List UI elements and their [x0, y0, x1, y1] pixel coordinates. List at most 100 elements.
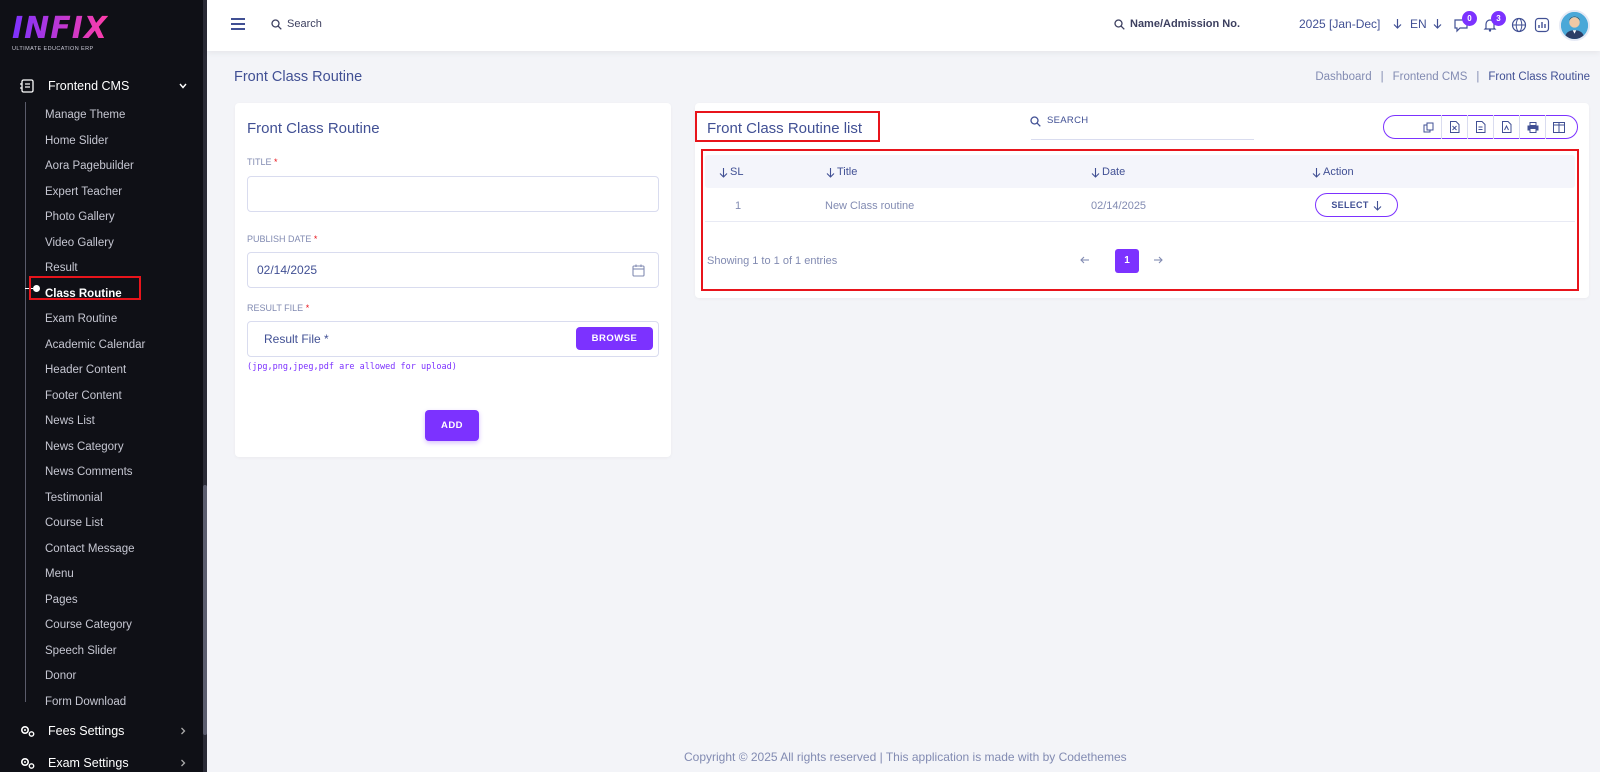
logo-subtitle: ULTIMATE EDUCATION ERP [12, 46, 94, 52]
excel-button[interactable] [1441, 115, 1467, 139]
print-icon [1527, 121, 1538, 133]
sidebar-item-donor[interactable]: Donor [45, 667, 76, 685]
top-header: Search Name/Admission No. 2025 [Jan-Dec]… [207, 0, 1600, 51]
user-avatar-icon [1561, 12, 1588, 39]
sidebar-item-contact-message[interactable]: Contact Message [45, 540, 135, 558]
scrollbar-thumb[interactable] [203, 485, 207, 735]
sidebar-group-fees-settings[interactable]: Fees Settings [0, 718, 203, 744]
sidebar-item-manage-theme[interactable]: Manage Theme [45, 106, 125, 124]
highlight-box-list-title [695, 111, 880, 142]
copy-icon [1423, 122, 1433, 132]
breadcrumb-separator: | [1380, 71, 1384, 83]
title-label: TITLE * [247, 157, 278, 167]
search-icon [1114, 19, 1125, 30]
page-title: Front Class Routine [234, 69, 363, 85]
sidebar-item-menu[interactable]: Menu [45, 565, 74, 583]
language-selector[interactable]: EN [1410, 17, 1427, 31]
sidebar-item-news-list[interactable]: News List [45, 412, 95, 430]
upload-hint: (jpg,png,jpeg,pdf are allowed for upload… [247, 362, 457, 372]
sidebar-item-news-category[interactable]: News Category [45, 438, 124, 456]
sidebar-group-label: Frontend CMS [48, 79, 130, 93]
sort-title-header[interactable]: Title [826, 165, 857, 179]
breadcrumb-frontend-cms[interactable]: Frontend CMS [1393, 70, 1468, 84]
sort-action-header[interactable]: Action [1312, 165, 1354, 179]
sidebar-item-academic-calendar[interactable]: Academic Calendar [45, 336, 145, 354]
publish-date-input[interactable]: 02/14/2025 [247, 252, 659, 288]
pdf-button[interactable] [1493, 115, 1519, 139]
next-page-icon[interactable] [1152, 254, 1164, 266]
sidebar-item-result[interactable]: Result [45, 259, 78, 277]
result-file-input[interactable]: Result File * BROWSE [247, 321, 659, 357]
sidebar-group-label: Exam Settings [48, 756, 129, 770]
sidebar-item-aora-pagebuilder[interactable]: Aora Pagebuilder [45, 157, 134, 175]
search-underline [1031, 139, 1254, 140]
sidebar-item-footer-content[interactable]: Footer Content [45, 387, 122, 405]
publish-date-value: 02/14/2025 [257, 263, 318, 277]
select-label: SELECT [1331, 200, 1369, 210]
menu-toggle-icon[interactable] [231, 18, 245, 30]
chevron-right-icon [181, 727, 186, 735]
title-input[interactable] [247, 176, 659, 212]
csv-button[interactable] [1467, 115, 1493, 139]
session-selector[interactable]: 2025 [Jan-Dec] [1299, 17, 1380, 31]
sort-sl-header[interactable]: SL [719, 165, 743, 179]
sidebar-scrollbar[interactable] [203, 0, 207, 772]
table-search-input[interactable]: SEARCH [1047, 115, 1088, 127]
result-file-placeholder: Result File * [264, 332, 329, 346]
table-header: SL Title Date Action [705, 155, 1575, 188]
footer-copyright: Copyright © 2025 All rights reserved | T… [684, 750, 1127, 764]
prev-page-icon[interactable] [1079, 254, 1091, 266]
search-icon [271, 19, 282, 30]
logo[interactable]: INFIX ULTIMATE EDUCATION ERP [12, 12, 122, 56]
sidebar-group-frontend-cms[interactable]: Frontend CMS [0, 73, 203, 99]
arrow-down-icon [1393, 19, 1402, 29]
add-routine-form: Front Class Routine TITLE * PUBLISH DATE… [235, 103, 671, 457]
columns-button[interactable] [1545, 115, 1571, 139]
calendar-icon[interactable] [632, 264, 645, 277]
page-button-current[interactable]: 1 [1115, 249, 1139, 273]
avatar[interactable] [1559, 10, 1590, 41]
routine-list-card: Front Class Routine list SEARCH SL Title… [695, 103, 1589, 298]
sidebar-item-header-content[interactable]: Header Content [45, 361, 126, 379]
menu-search-input[interactable]: Search [287, 17, 322, 31]
chart-icon[interactable] [1534, 17, 1550, 33]
columns-icon [1552, 121, 1565, 133]
sidebar: INFIX ULTIMATE EDUCATION ERP Frontend CM… [0, 0, 207, 772]
sidebar-item-form-download[interactable]: Form Download [45, 693, 126, 711]
export-buttons [1383, 115, 1578, 139]
sidebar-item-news-comments[interactable]: News Comments [45, 463, 133, 481]
cms-icon [20, 79, 34, 93]
publish-date-label: PUBLISH DATE * [247, 234, 318, 244]
pdf-icon [1502, 121, 1512, 133]
sidebar-item-course-list[interactable]: Course List [45, 514, 103, 532]
sidebar-item-testimonial[interactable]: Testimonial [45, 489, 103, 507]
submenu-line [25, 102, 26, 702]
breadcrumb-dashboard[interactable]: Dashboard [1315, 70, 1371, 84]
cell-sl: 1 [735, 200, 742, 212]
browse-button[interactable]: BROWSE [576, 327, 653, 350]
copy-button[interactable] [1415, 115, 1441, 139]
sidebar-item-exam-routine[interactable]: Exam Routine [45, 310, 117, 328]
select-action-button[interactable]: SELECT [1315, 193, 1398, 217]
excel-icon [1450, 121, 1460, 133]
print-button[interactable] [1519, 115, 1545, 139]
csv-icon [1476, 121, 1486, 133]
message-count-badge: 0 [1462, 11, 1477, 26]
sidebar-item-home-slider[interactable]: Home Slider [45, 132, 108, 150]
globe-icon[interactable] [1511, 17, 1527, 33]
sidebar-group-exam-settings[interactable]: Exam Settings [0, 750, 203, 772]
sidebar-item-speech-slider[interactable]: Speech Slider [45, 642, 117, 660]
add-button[interactable]: ADD [425, 410, 479, 441]
sidebar-item-pages[interactable]: Pages [45, 591, 78, 609]
sidebar-group-label: Fees Settings [48, 724, 125, 738]
sidebar-item-expert-teacher[interactable]: Expert Teacher [45, 183, 122, 201]
arrow-down-icon [1433, 19, 1442, 29]
chevron-right-icon [181, 759, 186, 767]
sort-date-header[interactable]: Date [1091, 165, 1125, 179]
table-row: 1 New Class routine 02/14/2025 SELECT [705, 188, 1575, 222]
sidebar-item-video-gallery[interactable]: Video Gallery [45, 234, 114, 252]
sort-arrow-icon [826, 167, 835, 178]
sidebar-item-photo-gallery[interactable]: Photo Gallery [45, 208, 115, 226]
sidebar-item-course-category[interactable]: Course Category [45, 616, 132, 634]
student-search-input[interactable]: Name/Admission No. [1130, 17, 1240, 31]
